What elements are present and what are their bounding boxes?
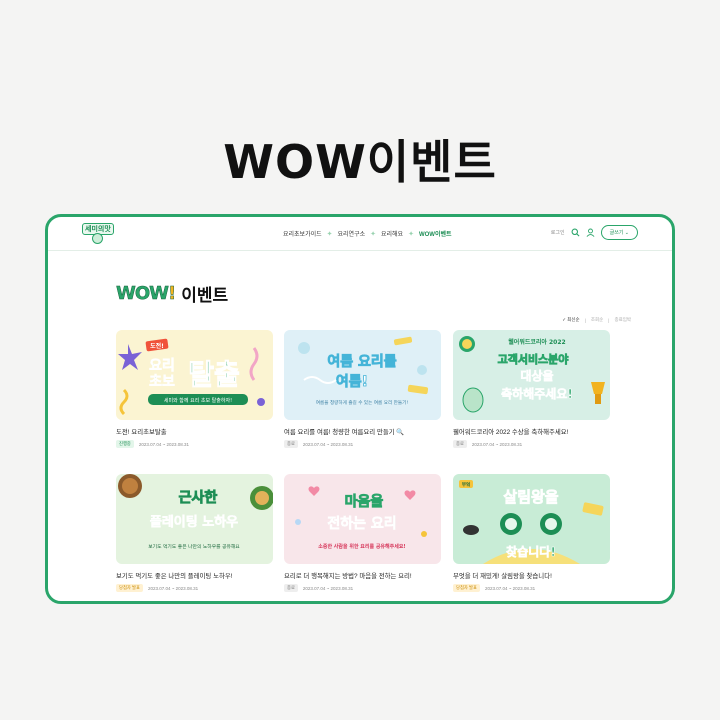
thumb-line1: 요리 xyxy=(149,358,175,374)
menu-item-events[interactable]: WOW이벤트 xyxy=(419,229,452,238)
sparkle-icon: ✦ xyxy=(408,230,414,238)
thumb-line2: 여름! xyxy=(336,373,368,390)
sort-latest-label: 최신순 xyxy=(567,317,580,322)
thumb-sub: 세미와 함께 요리 초보 탈출하자! xyxy=(164,397,232,404)
top-nav: 세미의맛 요리초보가이드 ✦ 요리연구소 ✦ 요리해요 ✦ WOW이벤트 로그인… xyxy=(48,217,672,251)
thumb-top: 웰어워드코리아 2022 xyxy=(508,338,565,346)
write-button[interactable]: 글쓰기 ⌄ xyxy=(600,225,638,240)
thumb-line1: 근사한 xyxy=(179,490,218,506)
thumb-line3: 축하해주세요! xyxy=(501,386,573,401)
thumb-line1: 마음을 xyxy=(345,494,384,510)
sparkle-icon: ✦ xyxy=(370,230,376,238)
event-dates: 2023.07.04 ~ 2023.08.31 xyxy=(147,585,199,591)
event-meta: 종료 2023.07.04 ~ 2023.08.31 xyxy=(453,440,522,448)
event-thumbnail[interactable]: 마음을 전하는 요리 소중한 사람을 위한 요리를 공유해주세요! xyxy=(284,474,441,564)
status-badge: 진행중 xyxy=(116,440,134,448)
event-dates: 2023.07.04 ~ 2023.08.31 xyxy=(138,441,190,447)
event-meta: 당첨자 발표 2023.07.04 ~ 2023.08.31 xyxy=(116,584,198,592)
thumb-tag: 부엌 xyxy=(462,481,470,488)
event-thumbnail[interactable]: 여름 요리를 여름! 여름을 청량하게 즐길 수 있는 여름 요리 만들기! xyxy=(284,330,441,420)
thumb-line1: 여름 요리를 xyxy=(327,353,396,370)
event-meta: 종료 2023.07.04 ~ 2023.08.31 xyxy=(284,584,353,592)
page-header: WOW! 이벤트 xyxy=(116,281,228,306)
event-thumbnail[interactable]: 부엌 살림왕을 찾습니다! xyxy=(453,474,610,564)
event-dates: 2023.07.04 ~ 2023.08.31 xyxy=(302,441,354,447)
main-menu: 요리초보가이드 ✦ 요리연구소 ✦ 요리해요 ✦ WOW이벤트 xyxy=(283,229,452,239)
event-title[interactable]: 보기도 먹기도 좋은 나만의 플레이팅 노하우! xyxy=(116,571,232,580)
thumb-line1: 고객서비스분야 xyxy=(498,352,569,366)
status-badge: 당첨자 발표 xyxy=(453,584,480,592)
search-icon[interactable] xyxy=(571,228,580,237)
thumb-line2: 초보 xyxy=(149,374,175,390)
sparkle-icon: ✦ xyxy=(326,230,333,238)
event-meta: 진행중 2023.07.04 ~ 2023.08.31 xyxy=(116,440,189,448)
menu-item-lab[interactable]: 요리연구소 xyxy=(338,229,366,238)
hero-title: WOW이벤트 xyxy=(223,135,497,189)
write-button-label: 글쓰기 xyxy=(609,230,624,236)
sort-divider: | xyxy=(608,317,610,323)
event-dates: 2023.07.04 ~ 2023.08.31 xyxy=(302,585,354,591)
sort-ending[interactable]: 종료임박 xyxy=(614,317,631,323)
event-meta: 당첨자 발표 2023.07.04 ~ 2023.08.31 xyxy=(453,584,535,592)
event-thumbnail[interactable]: 근사한 플레이팅 노하우 보기도 먹기도 좋은 나만의 노하우를 공유해요 xyxy=(116,474,273,564)
browser-window: 세미의맛 요리초보가이드 ✦ 요리연구소 ✦ 요리해요 ✦ WOW이벤트 로그인… xyxy=(45,214,675,604)
sort-options: ✓ 최신순 | 조회순 | 종료임박 xyxy=(562,317,631,323)
event-title[interactable]: 여름 요리를 여름! 청량한 여름요리 만들기 🔍 xyxy=(284,427,404,436)
sort-latest[interactable]: ✓ 최신순 xyxy=(562,317,579,323)
thumb-big: 탈출 xyxy=(188,358,240,391)
thumb-line2: 플레이팅 노하우 xyxy=(150,514,238,530)
page-title: 이벤트 xyxy=(181,286,229,305)
mascot-icon xyxy=(92,233,103,244)
event-meta: 종료 2023.07.04 ~ 2023.08.31 xyxy=(284,440,353,448)
event-thumbnail[interactable]: 웰어워드코리아 2022 고객서비스분야 대상을 축하해주세요! xyxy=(453,330,610,420)
sort-views[interactable]: 조회순 xyxy=(591,317,603,323)
sort-divider: | xyxy=(584,317,586,323)
thumb-line2: 전하는 요리 xyxy=(327,515,396,532)
wow-badge-text: WOW xyxy=(116,283,170,305)
status-badge: 종료 xyxy=(453,440,467,448)
menu-item-cook[interactable]: 요리해요 xyxy=(381,229,403,238)
event-title[interactable]: 도전! 요리초보탈출 xyxy=(116,427,167,436)
thumb-sub: 보기도 먹기도 좋은 나만의 노하우를 공유해요 xyxy=(148,543,240,550)
event-title[interactable]: 무엇을 더 재밌게! 살림왕을 찾습니다! xyxy=(453,571,552,580)
status-badge: 종료 xyxy=(284,584,298,592)
nav-utilities: 로그인 글쓰기 ⌄ xyxy=(551,225,638,240)
status-badge: 종료 xyxy=(284,440,298,448)
login-link[interactable]: 로그인 xyxy=(551,229,565,236)
thumb-tag: 도전! xyxy=(150,342,164,350)
event-dates: 2023.07.04 ~ 2023.08.31 xyxy=(471,441,523,447)
event-title[interactable]: 웰어워드코리아 2022 수상을 축하해주세요! xyxy=(453,427,568,436)
user-icon[interactable] xyxy=(586,228,595,237)
thumb-line2: 대상을 xyxy=(520,368,553,383)
event-title-text: 여름 요리를 여름! 청량한 여름요리 만들기 xyxy=(284,429,395,436)
status-badge: 당첨자 발표 xyxy=(116,584,143,592)
search-icon: 🔍 xyxy=(396,429,405,436)
thumb-line2: 찾습니다! xyxy=(506,544,556,559)
thumb-line1: 살림왕을 xyxy=(503,488,558,506)
event-title[interactable]: 요리로 더 행복해지는 방법? 마음을 전하는 요리! xyxy=(284,571,412,580)
event-dates: 2023.07.04 ~ 2023.08.31 xyxy=(484,585,536,591)
event-thumbnail[interactable]: 도전! 요리 초보 탈출 세미와 함께 요리 초보 탈출하자! xyxy=(116,330,273,420)
thumb-sub: 소중한 사람을 위한 요리를 공유해주세요! xyxy=(318,543,405,550)
menu-item-guide[interactable]: 요리초보가이드 xyxy=(283,229,322,238)
thumb-sub: 여름을 청량하게 즐길 수 있는 여름 요리 만들기! xyxy=(316,399,409,406)
wow-badge: WOW! xyxy=(116,283,177,305)
wow-badge-ex: ! xyxy=(168,283,177,305)
site-logo[interactable]: 세미의맛 xyxy=(82,223,114,245)
